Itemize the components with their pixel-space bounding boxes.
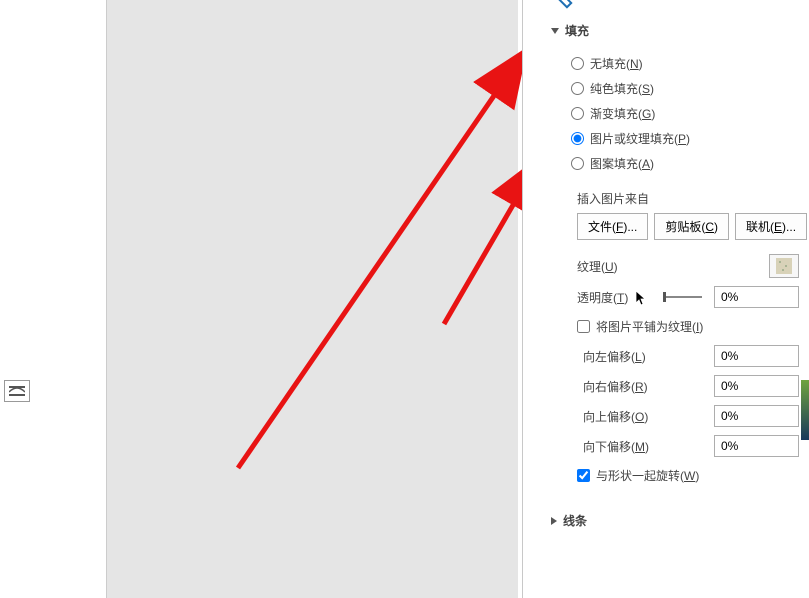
offset-down-label: 向下偏移(M) [577, 438, 677, 455]
panel-tab-icons [533, 0, 799, 12]
offset-left-input[interactable] [714, 345, 799, 367]
picture-tab-icon[interactable] [671, 0, 693, 8]
radio-pattern-fill-label: 图案填充(A) [590, 155, 654, 172]
radio-no-fill-label: 无填充(N) [590, 55, 643, 72]
offset-left-row: 向左偏移(L) [577, 341, 799, 371]
radio-gradient-fill-label: 渐变填充(G) [590, 105, 655, 122]
online-button[interactable]: 联机(E)... [735, 213, 807, 240]
rotate-with-shape-row[interactable]: 与形状一起旋转(W) [577, 461, 799, 490]
section-line-header[interactable]: 线条 [533, 502, 799, 535]
rotate-with-shape-checkbox[interactable] [577, 469, 590, 482]
radio-picture-fill-input[interactable] [571, 132, 584, 145]
expand-down-icon [551, 28, 559, 34]
tile-checkbox-row[interactable]: 将图片平铺为纹理(I) [577, 312, 799, 341]
expand-right-icon [551, 517, 557, 525]
radio-solid-fill-input[interactable] [571, 82, 584, 95]
wrap-text-icon[interactable] [4, 380, 30, 402]
radio-no-fill-input[interactable] [571, 57, 584, 70]
texture-swatch-icon [776, 258, 792, 274]
section-line-title: 线条 [563, 512, 587, 529]
radio-gradient-fill[interactable]: 渐变填充(G) [571, 101, 799, 126]
file-button[interactable]: 文件(F)... [577, 213, 648, 240]
offset-right-input[interactable] [714, 375, 799, 397]
offset-up-label: 向上偏移(O) [577, 408, 677, 425]
radio-pattern-fill[interactable]: 图案填充(A) [571, 151, 799, 176]
clipboard-button[interactable]: 剪贴板(C) [654, 213, 729, 240]
picture-fill-subgroup: 插入图片来自 文件(F)... 剪贴板(C) 联机(E)... 纹理(U) 透明… [571, 176, 799, 490]
texture-row: 纹理(U) [577, 250, 799, 282]
radio-solid-fill[interactable]: 纯色填充(S) [571, 76, 799, 101]
layout-tab-icon[interactable] [631, 0, 653, 8]
offset-up-input[interactable] [714, 405, 799, 427]
transparency-input[interactable] [714, 286, 799, 308]
offset-right-label: 向右偏移(R) [577, 378, 677, 395]
rotate-with-shape-label: 与形状一起旋转(W) [596, 467, 699, 484]
offset-down-row: 向下偏移(M) [577, 431, 799, 461]
section-fill-title: 填充 [565, 22, 589, 39]
fill-line-tab-icon[interactable] [551, 0, 572, 9]
texture-picker-button[interactable] [769, 254, 799, 278]
effects-tab-icon[interactable] [591, 0, 613, 8]
fill-options-group: 无填充(N) 纯色填充(S) 渐变填充(G) 图片或纹理填充(P) 图案填充(A… [533, 45, 799, 502]
document-canvas[interactable] [106, 0, 518, 598]
tile-label: 将图片平铺为纹理(I) [596, 318, 703, 335]
radio-picture-fill-label: 图片或纹理填充(P) [590, 130, 690, 147]
offset-right-row: 向右偏移(R) [577, 371, 799, 401]
radio-picture-fill[interactable]: 图片或纹理填充(P) [571, 126, 799, 151]
right-edge-bar [801, 380, 809, 440]
left-gutter [0, 0, 106, 598]
offset-up-row: 向上偏移(O) [577, 401, 799, 431]
tile-checkbox[interactable] [577, 320, 590, 333]
radio-no-fill[interactable]: 无填充(N) [571, 51, 799, 76]
offset-left-label: 向左偏移(L) [577, 348, 677, 365]
texture-label: 纹理(U) [577, 258, 662, 275]
offset-down-input[interactable] [714, 435, 799, 457]
section-fill-header[interactable]: 填充 [533, 12, 799, 45]
transparency-slider[interactable] [663, 296, 702, 298]
transparency-label: 透明度(T) [577, 289, 657, 306]
transparency-row: 透明度(T) [577, 282, 799, 312]
insert-button-row: 文件(F)... 剪贴板(C) 联机(E)... [577, 213, 799, 250]
insert-from-label: 插入图片来自 [577, 186, 799, 213]
radio-solid-fill-label: 纯色填充(S) [590, 80, 654, 97]
radio-gradient-fill-input[interactable] [571, 107, 584, 120]
radio-pattern-fill-input[interactable] [571, 157, 584, 170]
format-panel: 填充 无填充(N) 纯色填充(S) 渐变填充(G) 图片或纹理填充(P) 图案填… [522, 0, 809, 598]
slider-thumb[interactable] [663, 292, 666, 302]
